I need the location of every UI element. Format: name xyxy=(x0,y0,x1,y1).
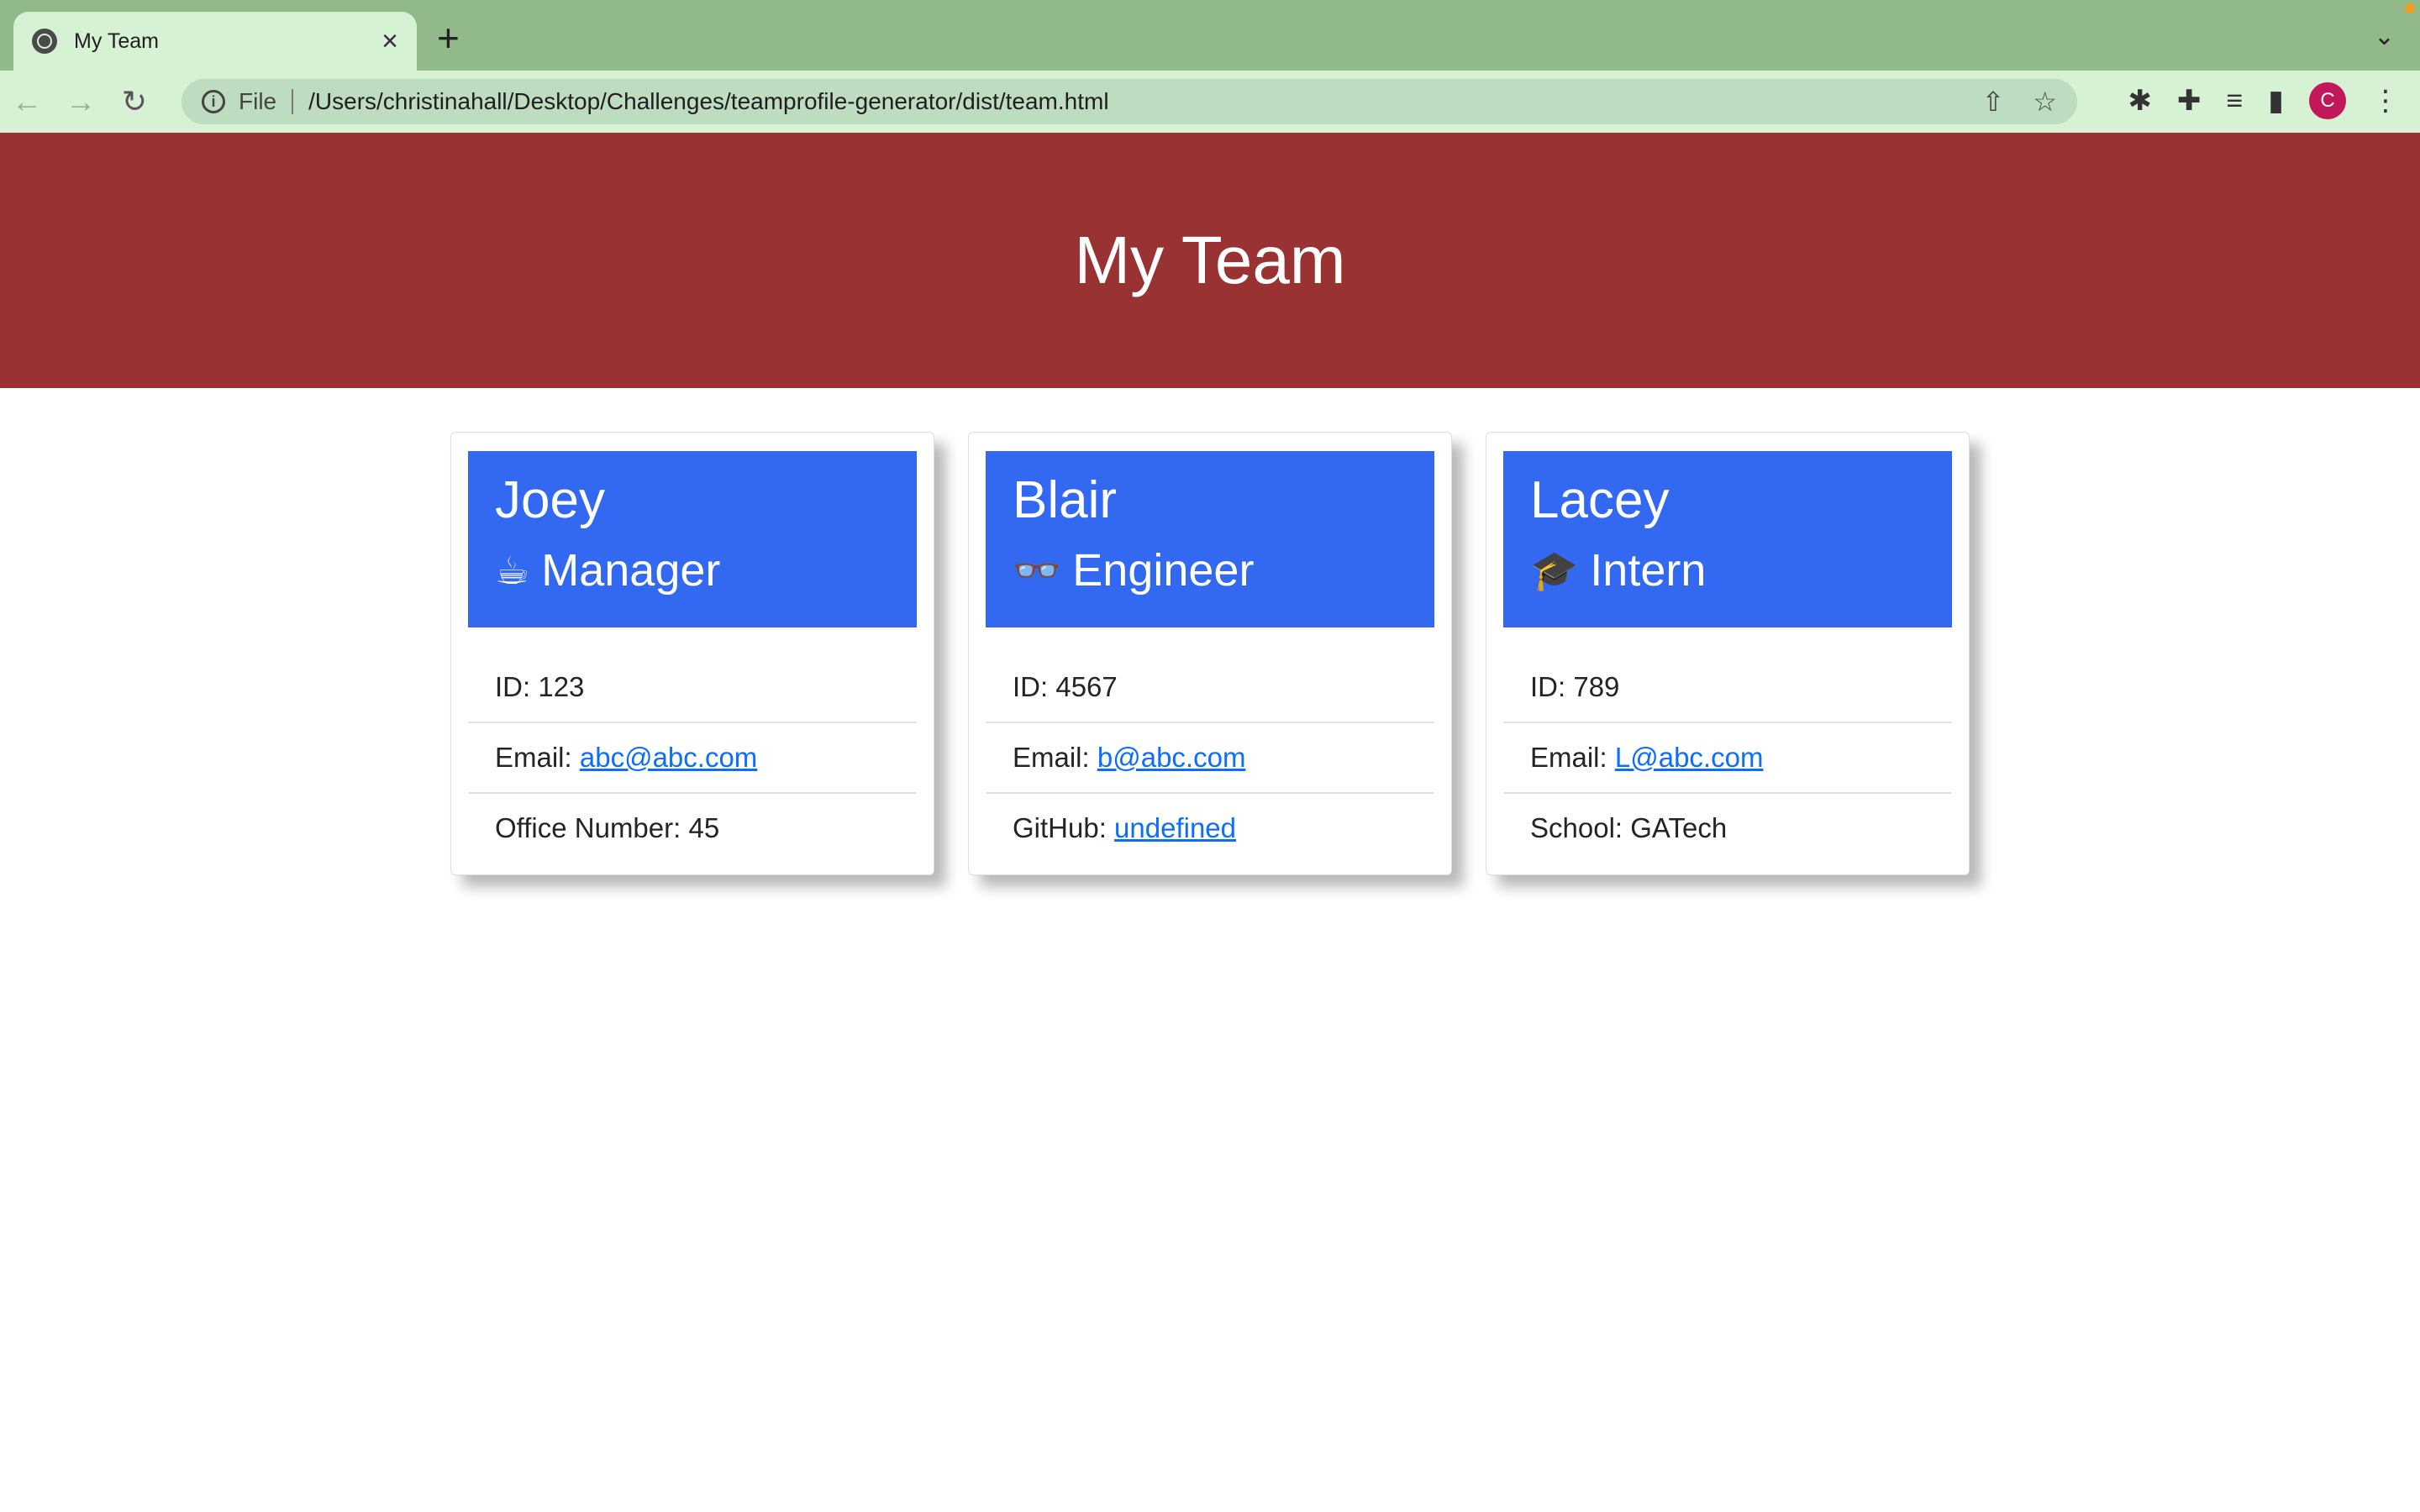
toolbar-actions: ✱ ✚ ≡ ▮ C ⋮ xyxy=(2102,82,2400,119)
employee-card: Blair 👓 Engineer ID: 4567 Email: b@abc.c… xyxy=(968,432,1452,875)
id-item: ID: 4567 xyxy=(986,653,1434,723)
id-item: ID: 123 xyxy=(468,653,917,723)
github-link[interactable]: undefined xyxy=(1114,812,1236,843)
forward-arrow-icon[interactable]: → xyxy=(54,84,108,119)
email-link[interactable]: L@abc.com xyxy=(1615,742,1764,773)
employee-role: 👓 Engineer xyxy=(1013,537,1407,604)
email-link[interactable]: b@abc.com xyxy=(1097,742,1246,773)
divider xyxy=(292,89,294,114)
puzzle-icon[interactable]: ✚ xyxy=(2177,84,2202,118)
office-number-item: Office Number: 45 xyxy=(495,812,720,843)
email-prefix: Email: xyxy=(1013,742,1097,773)
email-prefix: Email: xyxy=(495,742,580,773)
employee-role: ☕ Manager xyxy=(495,537,890,604)
tab-my-team[interactable]: My Team × xyxy=(13,12,417,71)
employee-role: 🎓 Intern xyxy=(1530,537,1925,604)
kebab-menu-icon[interactable]: ⋮ xyxy=(2371,84,2400,118)
github-item: GitHub: undefined xyxy=(986,794,1434,863)
role-label: Manager xyxy=(541,545,721,596)
github-prefix: GitHub: xyxy=(1013,812,1115,843)
url-text[interactable]: /Users/christinahall/Desktop/Challenges/… xyxy=(308,88,1953,115)
employee-name: Blair xyxy=(1013,471,1118,529)
page-title: My Team xyxy=(1074,223,1346,297)
browser-chrome: My Team × + ⌄ ← → ↻ i File /Users/christ… xyxy=(0,0,2420,133)
school-item: School: GATech xyxy=(1530,812,1728,843)
tab-strip: My Team × + ⌄ xyxy=(0,0,2420,71)
details-list: ID: 789 Email: L@abc.com School: GATech xyxy=(1503,653,1952,863)
glasses-icon: 👓 xyxy=(1013,549,1061,592)
email-item: Email: b@abc.com xyxy=(986,723,1434,794)
details-list: ID: 4567 Email: b@abc.com GitHub: undefi… xyxy=(986,653,1434,863)
back-arrow-icon[interactable]: ← xyxy=(0,84,54,119)
email-prefix: Email: xyxy=(1530,742,1615,773)
info-icon[interactable]: i xyxy=(202,90,225,113)
page-header: My Team xyxy=(0,133,2420,388)
team-cards: Joey ☕ Manager ID: 123 Email: abc@abc.co… xyxy=(450,432,1970,875)
tab-title: My Team xyxy=(74,29,159,53)
close-icon[interactable]: × xyxy=(381,27,398,55)
employee-card: Lacey 🎓 Intern ID: 789 Email: L@abc.com … xyxy=(1486,432,1970,875)
id-item: ID: 789 xyxy=(1503,653,1952,723)
profile-avatar[interactable]: C xyxy=(2309,82,2346,119)
side-panel-icon[interactable]: ▮ xyxy=(2268,84,2284,118)
new-tab-button[interactable]: + xyxy=(437,18,460,57)
employee-card: Joey ☕ Manager ID: 123 Email: abc@abc.co… xyxy=(450,432,934,875)
address-bar[interactable]: i File /Users/christinahall/Desktop/Chal… xyxy=(182,79,2077,124)
card-header: Blair 👓 Engineer xyxy=(986,451,1434,627)
email-item: Email: abc@abc.com xyxy=(468,723,917,794)
globe-icon xyxy=(32,29,57,54)
card-header: Joey ☕ Manager xyxy=(468,451,917,627)
star-icon[interactable]: ☆ xyxy=(2033,86,2057,118)
role-label: Intern xyxy=(1590,545,1707,596)
email-item: Email: L@abc.com xyxy=(1503,723,1952,794)
employee-name: Joey xyxy=(495,471,605,529)
card-header: Lacey 🎓 Intern xyxy=(1503,451,1952,627)
chevron-down-icon[interactable]: ⌄ xyxy=(2374,22,2395,51)
details-list: ID: 123 Email: abc@abc.com Office Number… xyxy=(468,653,917,863)
employee-name: Lacey xyxy=(1530,471,1670,529)
reload-icon[interactable]: ↻ xyxy=(108,84,161,119)
bug-icon[interactable]: ✱ xyxy=(2128,84,2152,118)
email-link[interactable]: abc@abc.com xyxy=(580,742,757,773)
role-label: Engineer xyxy=(1072,545,1255,596)
browser-toolbar: ← → ↻ i File /Users/christinahall/Deskto… xyxy=(0,71,2420,133)
media-queue-icon[interactable]: ≡ xyxy=(2226,85,2243,118)
coffee-icon: ☕ xyxy=(495,549,530,592)
notification-dot xyxy=(2405,3,2415,13)
share-icon[interactable]: ⇧ xyxy=(1982,86,2005,118)
graduation-cap-icon: 🎓 xyxy=(1530,549,1579,592)
scheme-label: File xyxy=(239,88,277,114)
